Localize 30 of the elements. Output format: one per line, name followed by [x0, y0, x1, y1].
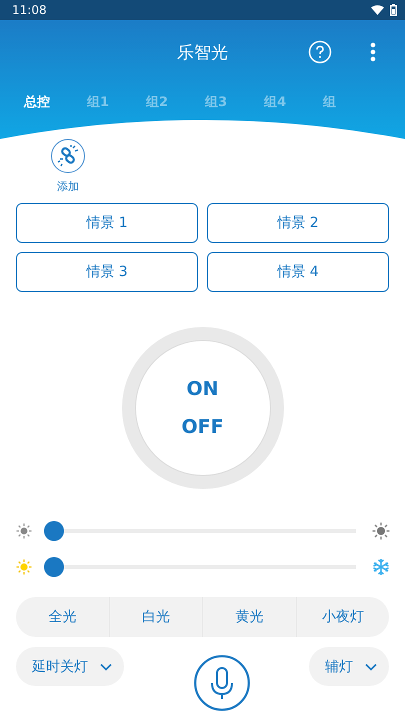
mode-button[interactable]: 黄光: [202, 597, 296, 637]
status-time: 11:08: [12, 3, 47, 17]
warm-sun-icon: [16, 559, 32, 575]
scene-button[interactable]: 情景 3: [16, 252, 198, 292]
microphone-button[interactable]: [194, 655, 250, 711]
group-tab[interactable]: 总控: [24, 93, 50, 111]
chevron-down-icon: [365, 662, 377, 670]
scene-button[interactable]: 情景 1: [16, 203, 198, 243]
snowflake-icon: [372, 558, 390, 576]
mode-button[interactable]: 白光: [108, 597, 202, 637]
app-title: 乐智光: [177, 42, 228, 64]
bright-sun-icon: [372, 522, 390, 540]
add-label: 添加: [57, 179, 79, 194]
help-icon[interactable]: [308, 40, 332, 64]
aux-light-dropdown[interactable]: 辅灯: [309, 647, 389, 686]
battery-icon: [390, 4, 397, 16]
on-button[interactable]: ON: [186, 378, 219, 400]
chevron-down-icon: [100, 662, 112, 670]
timer-dropdown[interactable]: 延时关灯: [16, 647, 124, 686]
mode-button[interactable]: 小夜灯: [296, 597, 389, 637]
slider-thumb[interactable]: [44, 557, 64, 577]
slider-thumb[interactable]: [44, 521, 64, 541]
link-icon[interactable]: [51, 139, 85, 173]
dim-sun-icon: [16, 523, 32, 539]
mode-button[interactable]: 全光: [16, 597, 108, 637]
wifi-icon: [371, 5, 384, 15]
off-button[interactable]: OFF: [181, 416, 224, 438]
more-menu-icon[interactable]: [370, 42, 376, 62]
scene-button[interactable]: 情景 4: [207, 252, 389, 292]
scene-button[interactable]: 情景 2: [207, 203, 389, 243]
